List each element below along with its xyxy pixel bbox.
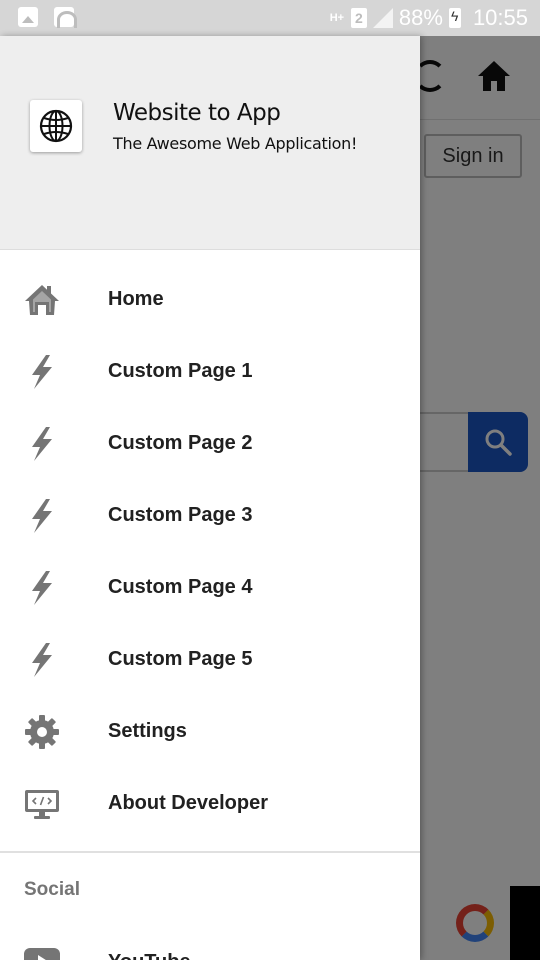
battery-charging-icon	[448, 8, 461, 28]
menu-item-label: Custom Page 2	[108, 432, 253, 454]
bolt-icon	[32, 571, 52, 605]
menu-item-label: YouTube	[108, 951, 191, 960]
status-bar: H+ 2 88% 10:55	[0, 0, 540, 36]
bolt-icon	[32, 355, 52, 389]
menu-item-label: Settings	[108, 720, 187, 742]
battery-percent: 88%	[398, 5, 443, 30]
menu-item-custom-page-5[interactable]: Custom Page 5	[0, 624, 420, 696]
menu-item-settings[interactable]: Settings	[0, 696, 420, 768]
home-icon	[25, 285, 59, 315]
gear-icon	[25, 715, 59, 749]
menu-item-custom-page-3[interactable]: Custom Page 3	[0, 480, 420, 552]
network-type: H+	[329, 12, 345, 24]
section-title-social: Social	[24, 879, 80, 900]
globe-icon	[39, 109, 73, 143]
menu-item-home[interactable]: Home	[0, 264, 420, 336]
menu-item-label: Custom Page 3	[108, 504, 253, 526]
sim-icon: 2	[350, 8, 367, 28]
signal-icon	[372, 8, 393, 28]
gallery-notification-icon	[18, 7, 38, 27]
wifi-notification-icon	[54, 7, 77, 28]
bolt-icon	[32, 427, 52, 461]
menu-item-label: Custom Page 5	[108, 648, 253, 670]
app-tagline: The Awesome Web Application!	[113, 134, 358, 153]
clock: 10:55	[472, 5, 528, 30]
youtube-icon	[24, 948, 60, 960]
menu-item-about-developer[interactable]: About Developer	[0, 768, 420, 840]
menu-item-label: Custom Page 1	[108, 360, 253, 382]
app-name: Website to App	[113, 100, 281, 126]
navigation-drawer: Website to App The Awesome Web Applicati…	[0, 36, 420, 960]
menu-item-label: Custom Page 4	[108, 576, 253, 598]
menu-item-custom-page-2[interactable]: Custom Page 2	[0, 408, 420, 480]
bolt-icon	[32, 499, 52, 533]
menu-item-label: Home	[108, 288, 164, 310]
menu-item-youtube[interactable]: YouTube	[0, 936, 420, 960]
drawer-header: Website to App The Awesome Web Applicati…	[0, 36, 420, 250]
menu-item-label: About Developer	[108, 792, 269, 814]
bolt-icon	[32, 643, 52, 677]
drawer-menu: Home Custom Page 1 Custom Page 2 Custom …	[0, 264, 420, 840]
monitor-code-icon	[25, 790, 59, 819]
drawer-divider	[0, 851, 420, 853]
menu-item-custom-page-1[interactable]: Custom Page 1	[0, 336, 420, 408]
app-logo	[30, 100, 82, 152]
menu-item-custom-page-4[interactable]: Custom Page 4	[0, 552, 420, 624]
